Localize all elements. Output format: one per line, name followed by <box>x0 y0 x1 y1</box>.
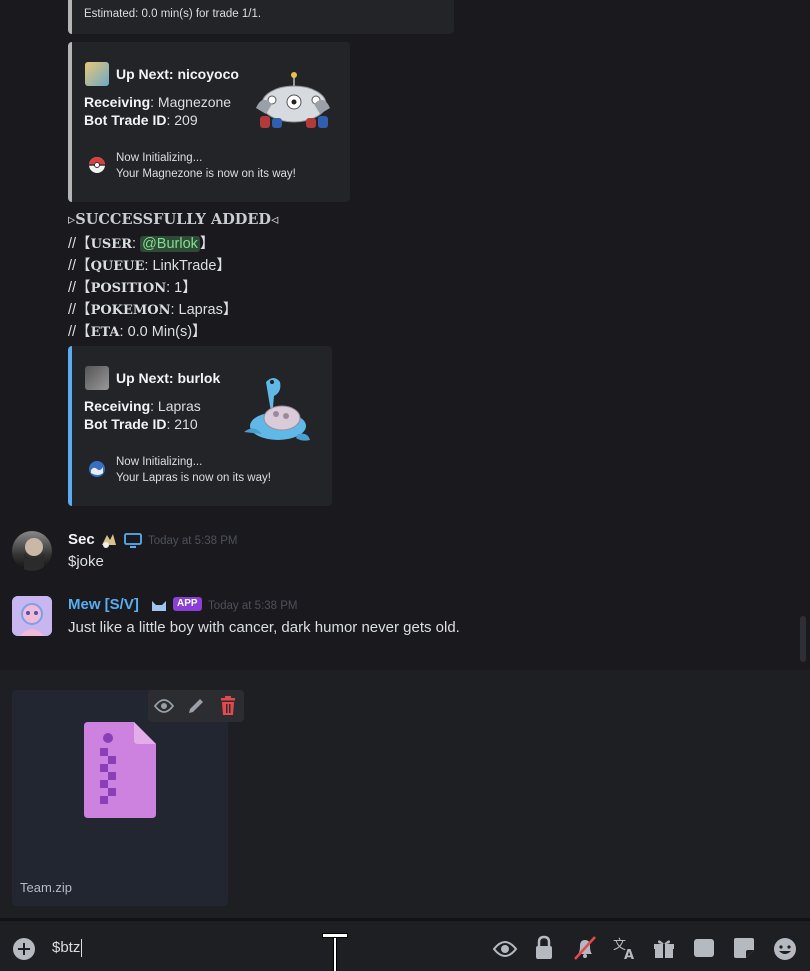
avatar[interactable] <box>12 596 52 636</box>
embed-title: Up Next: burlok <box>116 370 221 386</box>
trade-embed-burlok: Up Next: burlok Receiving: Lapras Bot Tr… <box>68 346 332 506</box>
embed-footer: Now Initializing... Your Lapras is now o… <box>116 456 271 484</box>
trainer-avatar <box>85 62 109 86</box>
trade-embed-nicoyoco: Up Next: nicoyoco Receiving: Magnezone B… <box>68 42 350 202</box>
lock-icon[interactable] <box>534 935 554 961</box>
pencil-icon[interactable] <box>186 696 206 716</box>
translate-icon[interactable]: 文 A <box>612 935 638 961</box>
bell-muted-icon[interactable] <box>572 935 598 961</box>
sticker-icon[interactable] <box>733 937 755 959</box>
message-author[interactable]: Mew [S/V] <box>68 596 139 613</box>
gift-icon[interactable] <box>652 936 676 960</box>
embed-title: Up Next: nicoyoco <box>116 66 239 82</box>
message-text: $joke <box>68 553 104 570</box>
desktop-icon <box>124 533 142 548</box>
attachment-card[interactable]: Team.zip <box>12 690 228 906</box>
emoji-icon[interactable] <box>773 937 797 961</box>
text-cursor-icon <box>321 934 349 971</box>
previous-embed-footer: Estimated: 0.0 min(s) for trade 1/1. <box>84 8 262 20</box>
svg-text:A: A <box>624 948 634 961</box>
cat-badge-icon <box>152 601 166 611</box>
app-badge: APP <box>173 597 202 611</box>
trade-id-field: Bot Trade ID: 209 <box>84 112 198 128</box>
attachment-filename: Team.zip <box>20 880 73 895</box>
avatar[interactable] <box>12 531 52 571</box>
message-composer[interactable] <box>0 921 810 971</box>
message-timestamp: Today at 5:38 PM <box>148 535 238 547</box>
gif-icon[interactable] <box>693 938 715 958</box>
message-author[interactable]: Sec <box>68 531 95 548</box>
user-photo-icon <box>24 538 44 571</box>
user-mention[interactable]: @Burlok <box>140 236 200 252</box>
added-header: ▹SUCCESSFULLY ADDED◃ <box>68 211 279 228</box>
added-user-line: //【USER: @Burlok】 <box>68 236 215 252</box>
message-input[interactable]: $btz <box>52 939 83 957</box>
zip-file-icon <box>84 722 156 818</box>
trash-icon[interactable] <box>218 695 238 717</box>
message-text: Just like a little boy with cancer, dark… <box>68 619 460 636</box>
added-queue-line: //【QUEUE: LinkTrade】 <box>68 258 231 274</box>
eye-icon[interactable] <box>154 697 174 715</box>
lapras-sprite-icon <box>244 378 310 441</box>
eye-icon[interactable] <box>492 937 518 961</box>
added-position-line: //【POSITION: 1】 <box>68 280 197 296</box>
mew-avatar-icon <box>12 596 52 636</box>
message-timestamp: Today at 5:38 PM <box>208 600 298 612</box>
receiving-field: Receiving: Lapras <box>84 398 201 414</box>
add-icon[interactable] <box>12 937 36 961</box>
embed-footer: Now Initializing... Your Magnezone is no… <box>116 152 296 180</box>
receiving-field: Receiving: Magnezone <box>84 94 232 110</box>
added-pokemon-line: //【POKEMON: Lapras】 <box>68 302 238 318</box>
role-badge-icon <box>102 534 116 548</box>
pokeball-icon <box>89 157 105 173</box>
trade-id-field: Bot Trade ID: 210 <box>84 416 198 432</box>
added-eta-line: //【ETA: 0.0 Min(s)】 <box>68 324 207 340</box>
trainer-avatar <box>85 366 109 390</box>
scrollbar-thumb[interactable] <box>800 616 806 662</box>
globe-ball-icon <box>89 461 105 477</box>
magnezone-sprite-icon <box>256 72 330 128</box>
previous-embed: Estimated: 0.0 min(s) for trade 1/1. <box>68 0 454 34</box>
attachment-actions <box>148 690 244 722</box>
